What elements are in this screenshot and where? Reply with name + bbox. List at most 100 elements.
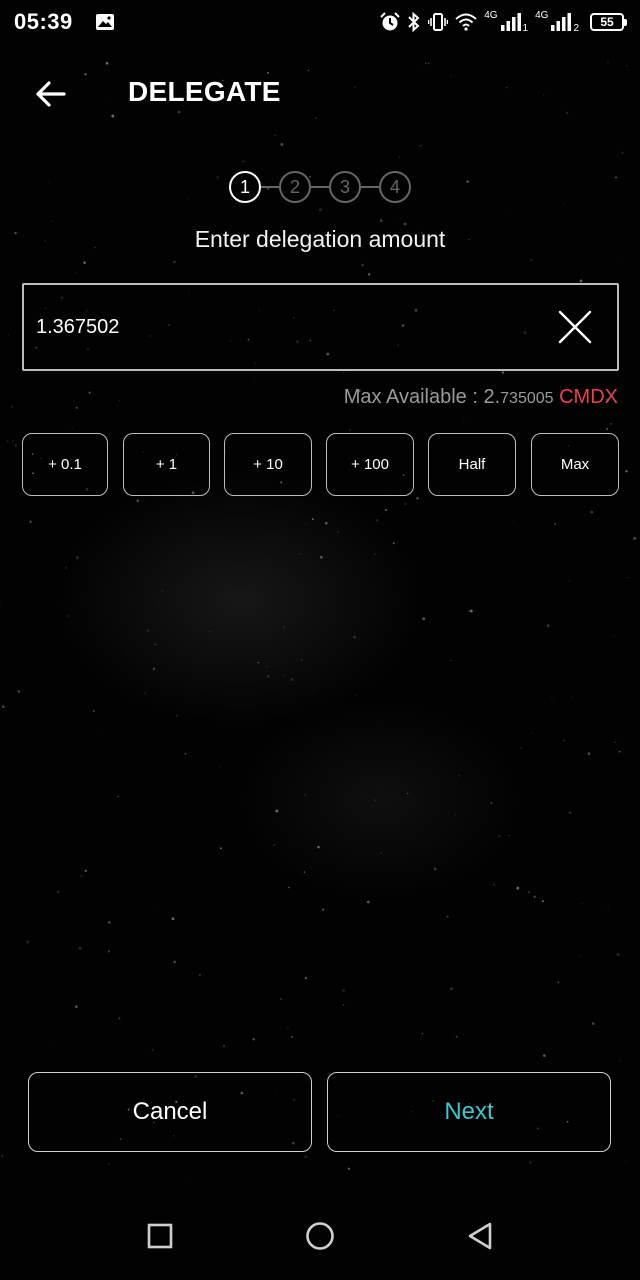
star [531,732,533,734]
cancel-button[interactable]: Cancel [28,1072,312,1152]
star [407,792,409,795]
star [342,371,345,374]
star [299,552,302,555]
star [492,883,496,886]
back-button[interactable] [30,74,70,114]
star [618,1060,621,1062]
add-1-button[interactable]: + 1 [123,433,210,496]
step-1: 1 [229,171,261,203]
star [75,556,79,559]
star [144,692,147,695]
star [188,1177,189,1179]
star [398,155,401,158]
recent-apps-icon [147,1223,173,1249]
star [392,542,395,545]
vibrate-icon [428,13,449,31]
star [320,555,323,559]
star [51,220,53,222]
star [422,617,426,621]
star [173,260,176,264]
star [374,553,376,555]
star [305,523,307,525]
star [67,615,70,617]
star [591,1022,595,1025]
star [421,1033,424,1035]
star [579,279,583,283]
half-button[interactable]: Half [428,433,516,496]
star [242,160,245,163]
star [108,921,111,924]
star [158,600,160,602]
star [29,520,32,523]
network-type-1: 4G [484,9,498,21]
star [380,219,383,222]
star [98,729,101,731]
star [505,212,507,214]
add-10-button[interactable]: + 10 [224,433,312,496]
star [117,795,119,798]
next-button[interactable]: Next [327,1072,611,1152]
star [108,1163,110,1165]
back-triangle-icon [468,1222,492,1250]
max-available: Max Available : 2.735005 CMDX [344,386,618,409]
star [581,903,583,905]
star [322,908,325,911]
amount-field [22,283,619,371]
sim-1-label: 1 [522,22,529,34]
star [551,697,553,699]
star [498,835,500,837]
star [290,678,294,682]
max-button[interactable]: Max [531,433,619,496]
recent-apps-button[interactable] [140,1216,180,1256]
step-3: 3 [329,171,361,203]
add-100-button[interactable]: + 100 [326,433,414,496]
star [319,208,322,212]
star [56,890,60,894]
star [615,176,617,179]
star [64,566,68,570]
star [368,273,371,276]
system-back-button[interactable] [460,1216,500,1256]
star [501,371,505,374]
star [173,960,176,964]
star [614,741,617,744]
clear-button[interactable] [545,297,605,357]
star [396,219,397,221]
star [171,917,175,921]
star [303,871,306,873]
star [266,666,268,668]
star [621,151,624,155]
star [151,1049,154,1052]
star [254,377,255,379]
star [118,400,120,401]
star [563,740,565,742]
star [618,750,621,753]
star [325,521,328,525]
star [633,536,637,540]
star [554,523,557,525]
star [541,900,544,903]
star [304,1155,308,1159]
star [557,981,560,984]
star [508,835,510,837]
home-button[interactable] [300,1216,340,1256]
star [280,143,284,146]
star [280,998,282,1000]
star [446,915,449,918]
star [623,258,625,260]
star [152,667,156,670]
star [11,440,14,442]
star [466,180,469,183]
add-0-1-button[interactable]: + 0.1 [22,433,108,496]
star [0,604,1,607]
star [252,1038,255,1041]
star [17,690,20,693]
star [154,643,157,646]
star [80,874,83,878]
star [222,1044,226,1048]
amount-input[interactable] [24,315,545,339]
star [48,182,50,184]
star [546,624,550,627]
star [136,499,139,502]
star [1,1154,4,1157]
